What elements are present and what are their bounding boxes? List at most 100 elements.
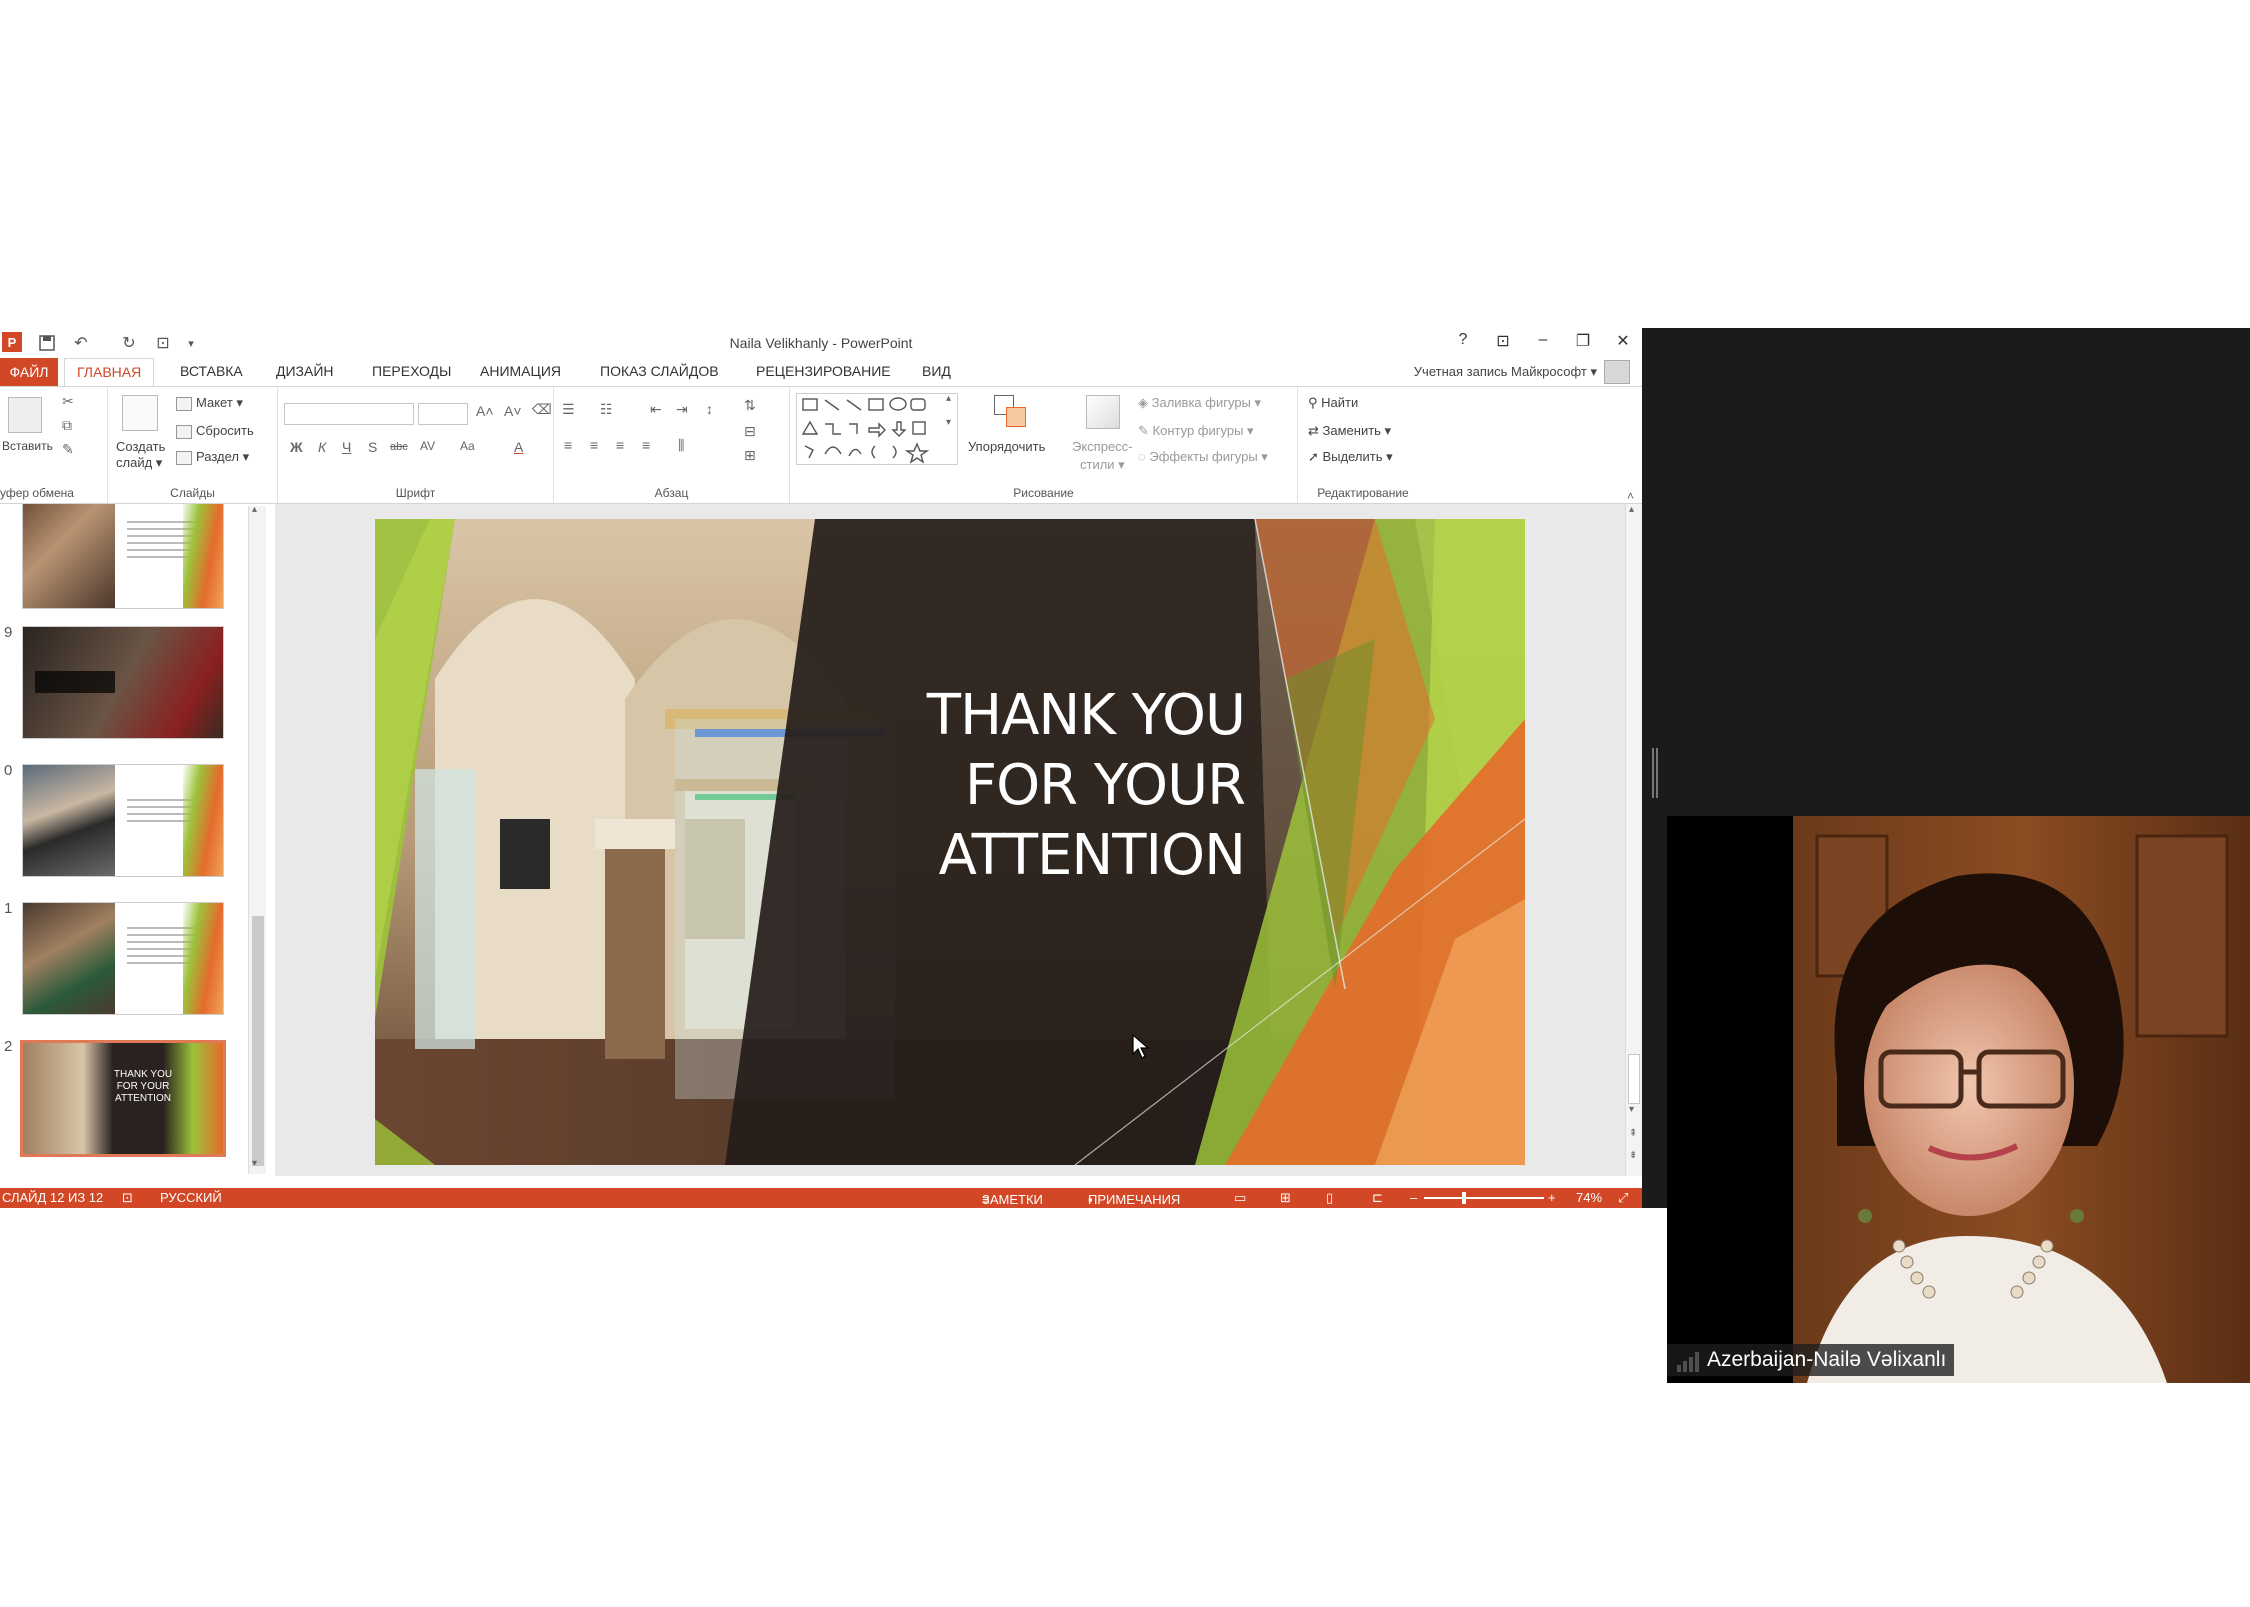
increase-indent-icon[interactable]: ⇥ bbox=[676, 401, 688, 418]
font-size-combo[interactable] bbox=[418, 403, 468, 425]
numbering-icon[interactable]: ☷ bbox=[600, 401, 613, 418]
scroll-down-icon[interactable]: ▾ bbox=[1629, 1104, 1634, 1115]
new-slide-dropdown[interactable]: слайд ▾ bbox=[116, 455, 162, 471]
justify-icon[interactable]: ≡ bbox=[642, 437, 650, 453]
scroll-up-icon[interactable]: ▴ bbox=[1629, 504, 1634, 515]
select-button[interactable]: ➚ Выделить ▾ bbox=[1308, 449, 1393, 465]
shapes-gallery[interactable] bbox=[796, 393, 958, 465]
help-button[interactable]: ? bbox=[1452, 331, 1474, 351]
format-painter-icon[interactable]: ✎ bbox=[62, 441, 74, 458]
tab-review[interactable]: РЕЦЕНЗИРОВАНИЕ bbox=[756, 363, 891, 379]
ribbon-display-button[interactable]: ⊡ bbox=[1492, 331, 1514, 351]
shapes-scroll-up-icon[interactable]: ▴ bbox=[946, 393, 951, 404]
replace-button[interactable]: ⇄ Заменить ▾ bbox=[1308, 423, 1391, 439]
font-color-button[interactable]: A bbox=[514, 439, 523, 455]
shape-outline-button[interactable]: ✎ Контур фигуры ▾ bbox=[1138, 423, 1254, 439]
tab-transitions[interactable]: ПЕРЕХОДЫ bbox=[372, 363, 451, 379]
align-left-icon[interactable]: ≡ bbox=[564, 437, 572, 453]
fit-slide-icon[interactable]: ⤢ bbox=[1618, 1190, 1628, 1206]
italic-button[interactable]: К bbox=[318, 439, 326, 455]
zoom-level[interactable]: 74% bbox=[1576, 1190, 1602, 1205]
font-grow-button[interactable]: A˄ bbox=[476, 403, 494, 419]
participant-video-tile[interactable]: Azerbaijan-Nailə Vəlixanlı bbox=[1667, 816, 2250, 1383]
shape-fill-button[interactable]: ◈ Заливка фигуры ▾ bbox=[1138, 395, 1261, 411]
tab-insert[interactable]: ВСТАВКА bbox=[180, 363, 243, 379]
columns-icon[interactable]: ⫼ bbox=[678, 437, 684, 454]
slide-thumbnail-11[interactable] bbox=[22, 902, 224, 1015]
cut-icon[interactable]: ✂ bbox=[62, 393, 74, 410]
smartart-icon[interactable]: ⊞ bbox=[744, 447, 756, 464]
tab-home[interactable]: ГЛАВНАЯ bbox=[64, 358, 155, 386]
paste-button[interactable]: Вставить bbox=[2, 439, 53, 453]
scroll-up-icon[interactable]: ▴ bbox=[252, 504, 257, 515]
previous-slide-icon[interactable]: ⇞ bbox=[1629, 1128, 1637, 1139]
tab-animation[interactable]: АНИМАЦИЯ bbox=[480, 363, 561, 379]
layout-icon bbox=[176, 396, 192, 411]
account-menu[interactable]: Учетная запись Майкрософт ▾ bbox=[1414, 364, 1597, 380]
char-spacing-button[interactable]: AV bbox=[420, 439, 435, 453]
layout-button[interactable]: Макет ▾ bbox=[176, 395, 243, 411]
zoom-slider[interactable] bbox=[1424, 1197, 1544, 1199]
find-icon: ⚲ bbox=[1308, 395, 1322, 410]
font-name-combo[interactable] bbox=[284, 403, 414, 425]
bold-button[interactable]: Ж bbox=[290, 439, 303, 455]
zoom-out-button[interactable]: – bbox=[1410, 1190, 1417, 1205]
font-shrink-button[interactable]: A˅ bbox=[504, 403, 522, 419]
next-slide-icon[interactable]: ⇟ bbox=[1629, 1150, 1637, 1161]
text-direction-icon[interactable]: ⇅ bbox=[744, 397, 756, 414]
underline-button[interactable]: Ч bbox=[342, 439, 351, 455]
editing-label: Редактирование bbox=[1317, 486, 1409, 500]
zoom-in-button[interactable]: + bbox=[1548, 1190, 1556, 1205]
tab-slideshow[interactable]: ПОКАЗ СЛАЙДОВ bbox=[600, 363, 719, 379]
restore-button[interactable]: ❐ bbox=[1572, 331, 1594, 351]
find-button[interactable]: ⚲ Найти bbox=[1308, 395, 1358, 411]
shadow-button[interactable]: S bbox=[368, 439, 377, 455]
change-case-button[interactable]: Aa bbox=[460, 439, 475, 453]
shapes-scroll-down-icon[interactable]: ▾ bbox=[946, 417, 951, 428]
collapse-ribbon-icon[interactable]: ˄ bbox=[1627, 489, 1634, 503]
clear-format-icon[interactable]: ⌫ bbox=[532, 401, 552, 418]
zoom-slider-thumb[interactable] bbox=[1462, 1192, 1466, 1204]
align-text-icon[interactable]: ⊟ bbox=[744, 423, 756, 440]
scrollbar-thumb[interactable] bbox=[1628, 1054, 1640, 1104]
reset-button[interactable]: Сбросить bbox=[176, 423, 254, 439]
tab-file[interactable]: ФАЙЛ bbox=[0, 358, 58, 386]
paste-icon[interactable] bbox=[8, 397, 42, 433]
tab-view[interactable]: ВИД bbox=[922, 363, 951, 379]
tab-design[interactable]: ДИЗАЙН bbox=[276, 363, 334, 379]
slide-title[interactable]: THANK YOU FOR YOUR ATTENTION bbox=[675, 681, 1246, 891]
strikethrough-button[interactable]: abc bbox=[390, 441, 408, 453]
close-button[interactable]: ✕ bbox=[1612, 331, 1634, 351]
scroll-down-icon[interactable]: ▾ bbox=[252, 1158, 257, 1169]
new-slide-icon[interactable] bbox=[122, 395, 158, 431]
section-button[interactable]: Раздел ▾ bbox=[176, 449, 249, 465]
slide-thumbnail-10[interactable] bbox=[22, 764, 224, 877]
copy-icon[interactable]: ⧉ bbox=[62, 417, 72, 434]
quick-styles-button[interactable]: Экспресс- bbox=[1072, 439, 1133, 454]
language-indicator[interactable]: РУССКИЙ bbox=[160, 1190, 222, 1205]
line-spacing-icon[interactable]: ↕ bbox=[706, 401, 713, 417]
minimize-button[interactable]: – bbox=[1532, 331, 1554, 351]
shape-effects-button[interactable]: ◌ Эффекты фигуры ▾ bbox=[1138, 449, 1268, 465]
quick-styles-dropdown[interactable]: стили ▾ bbox=[1080, 457, 1125, 473]
slide-scrollbar[interactable]: ▴ ▾ ⇞ ⇟ bbox=[1625, 504, 1642, 1176]
panel-splitter-handle[interactable] bbox=[1652, 748, 1658, 798]
normal-view-icon[interactable]: ▭ bbox=[1234, 1190, 1246, 1206]
align-center-icon[interactable]: ≡ bbox=[590, 437, 598, 453]
slideshow-view-icon[interactable]: ⊏ bbox=[1372, 1190, 1383, 1206]
bullets-icon[interactable]: ☰ bbox=[562, 401, 575, 418]
slide-thumbnail-9[interactable] bbox=[22, 626, 224, 739]
slide-thumbnail-8[interactable] bbox=[22, 504, 224, 609]
arrange-button[interactable]: Упорядочить bbox=[968, 439, 1045, 454]
slide-sorter-icon[interactable]: ⊞ bbox=[1280, 1190, 1291, 1206]
slide-thumbnail-12-selected[interactable]: THANK YOU FOR YOUR ATTENTION bbox=[20, 1040, 226, 1157]
thumbnails-scrollbar[interactable]: ▴ ▾ bbox=[248, 504, 266, 1174]
current-slide[interactable]: THANK YOU FOR YOUR ATTENTION bbox=[375, 519, 1525, 1165]
avatar-icon[interactable] bbox=[1604, 360, 1630, 384]
align-right-icon[interactable]: ≡ bbox=[616, 437, 624, 453]
new-slide-button[interactable]: Создать bbox=[116, 439, 165, 454]
spellcheck-icon[interactable]: ⊡ bbox=[122, 1190, 133, 1206]
reading-view-icon[interactable]: ▯ bbox=[1326, 1190, 1333, 1206]
decrease-indent-icon[interactable]: ⇤ bbox=[650, 401, 662, 418]
scrollbar-thumb[interactable] bbox=[252, 916, 264, 1166]
